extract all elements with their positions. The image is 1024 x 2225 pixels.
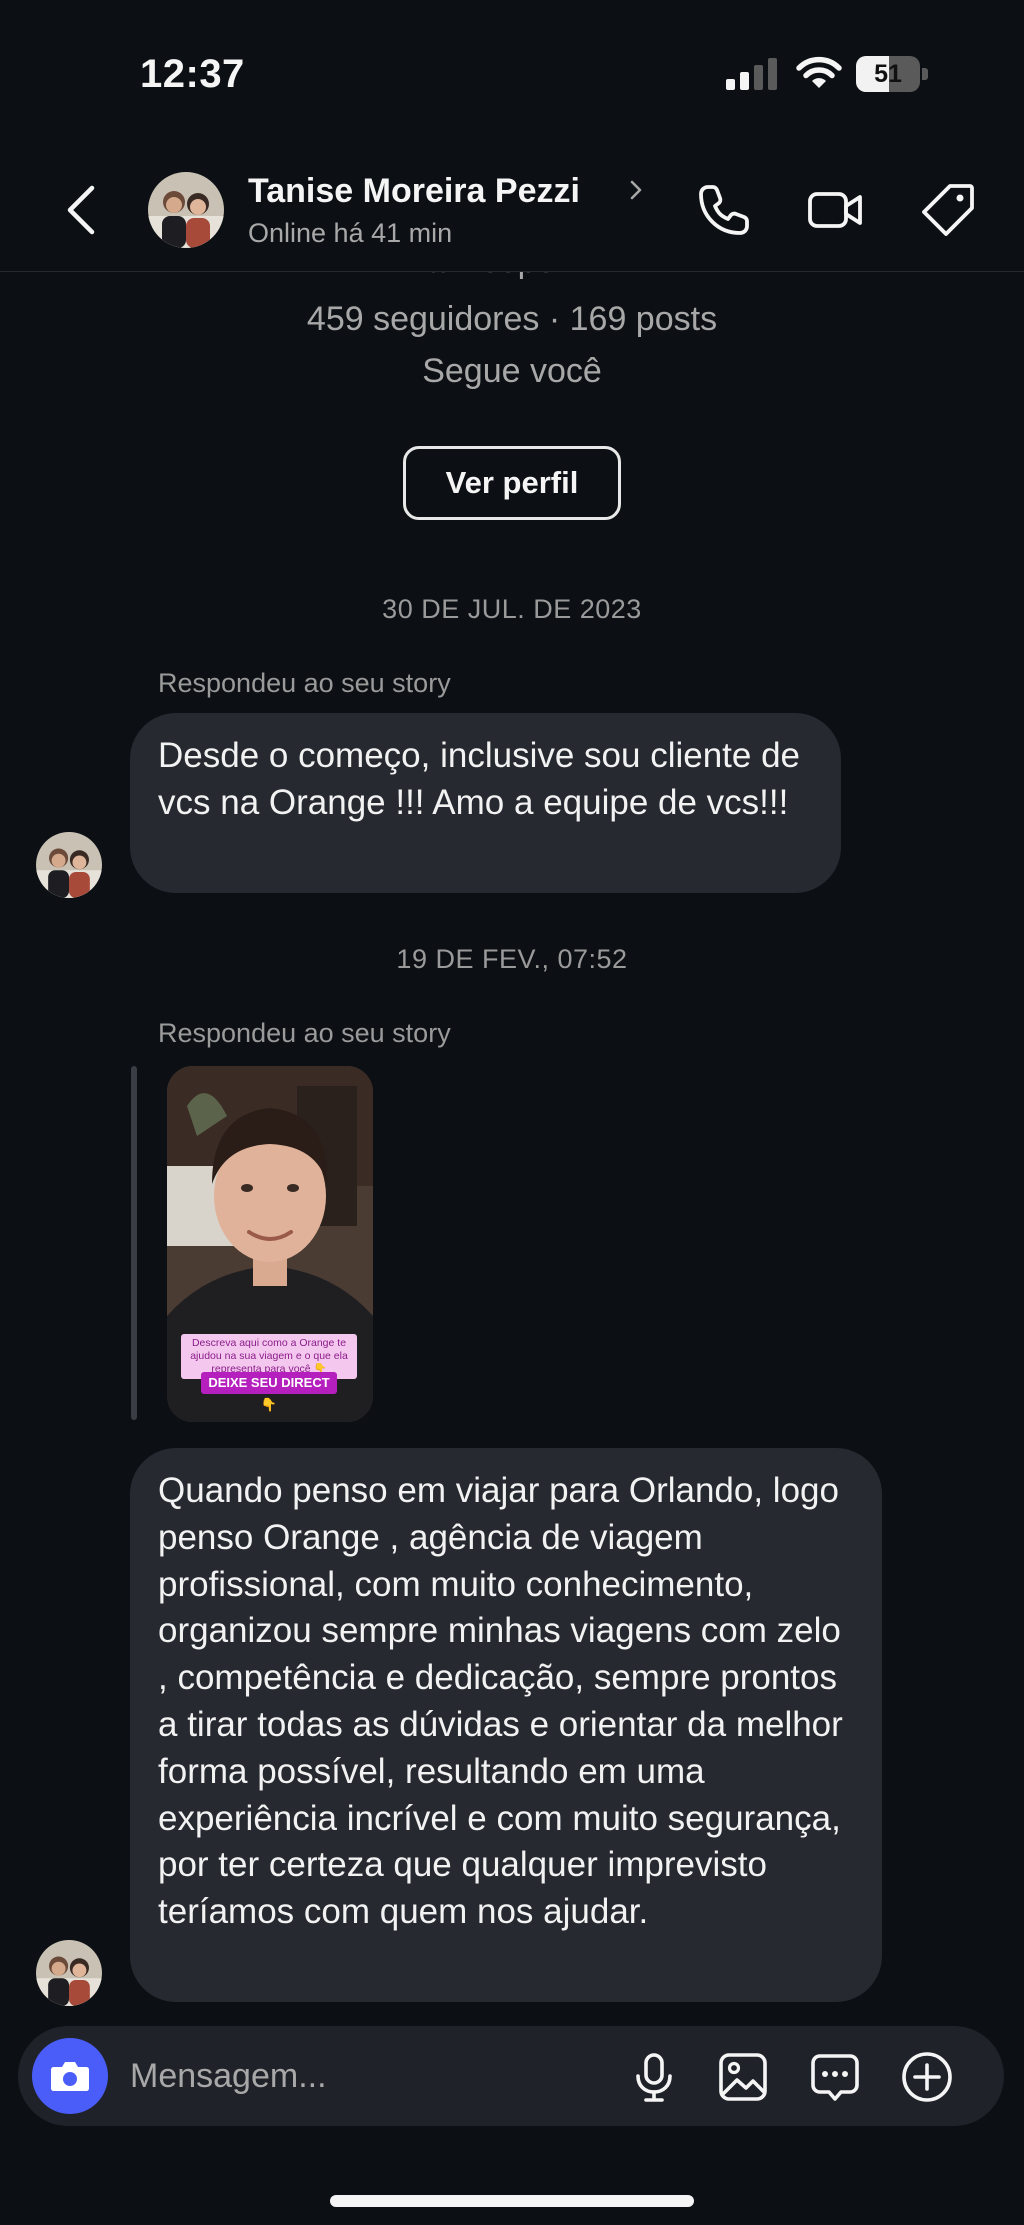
- wifi-icon: [796, 56, 842, 88]
- profile-stats: 459 seguidores · 169 posts: [306, 300, 718, 338]
- message-thread[interactable]: tanisepezzi 459 seguidores · 169 posts S…: [0, 272, 1024, 2022]
- plus-circle-icon[interactable]: [900, 2050, 954, 2104]
- sender-avatar[interactable]: [36, 832, 102, 898]
- back-arrow-icon[interactable]: [62, 182, 102, 238]
- status-time: 12:37: [140, 52, 245, 96]
- video-camera-icon[interactable]: [806, 180, 866, 240]
- camera-button[interactable]: [32, 2038, 108, 2114]
- contact-avatar[interactable]: [148, 172, 224, 248]
- date-separator: 30 DE JUL. DE 2023: [382, 594, 642, 624]
- sender-avatar[interactable]: [36, 1940, 102, 2006]
- cellular-signal-icon: [726, 58, 777, 90]
- incoming-message[interactable]: Desde o começo, inclusive sou cliente de…: [130, 713, 841, 893]
- view-profile-button[interactable]: Ver perfil: [403, 446, 621, 520]
- home-indicator[interactable]: [330, 2195, 694, 2207]
- microphone-icon[interactable]: [627, 2050, 681, 2104]
- phone-icon[interactable]: [694, 180, 754, 240]
- contact-status: Online há 41 min: [248, 218, 453, 248]
- date-separator: 19 DE FEV., 07:52: [396, 944, 628, 974]
- follows-you-label: Segue você: [422, 352, 602, 390]
- tag-icon[interactable]: [918, 180, 978, 240]
- profile-handle: tanisepezzi: [0, 272, 1024, 281]
- story-reply-label: Respondeu ao seu story: [158, 668, 451, 698]
- message-composer: [18, 2026, 1004, 2126]
- image-icon[interactable]: [716, 2050, 770, 2104]
- chevron-right-icon[interactable]: [628, 178, 644, 202]
- contact-name[interactable]: Tanise Moreira Pezzi: [248, 172, 580, 211]
- story-thumbnail[interactable]: Descreva aqui como a Orange te ajudou na…: [167, 1066, 373, 1422]
- status-bar: 12:37 51: [0, 0, 1024, 150]
- camera-icon: [51, 2062, 89, 2091]
- chat-header: Tanise Moreira Pezzi Online há 41 min: [0, 150, 1024, 272]
- story-reply-bar: [131, 1066, 137, 1420]
- story-cta-sticker: DEIXE SEU DIRECT 👇: [201, 1372, 337, 1412]
- battery-indicator: 51: [856, 56, 928, 92]
- message-input[interactable]: [130, 2044, 510, 2108]
- story-reply-label: Respondeu ao seu story: [158, 1018, 451, 1048]
- battery-level: 51: [874, 60, 902, 88]
- incoming-message[interactable]: Quando penso em viajar para Orlando, log…: [130, 1448, 882, 2002]
- sticker-chat-icon[interactable]: [808, 2050, 862, 2104]
